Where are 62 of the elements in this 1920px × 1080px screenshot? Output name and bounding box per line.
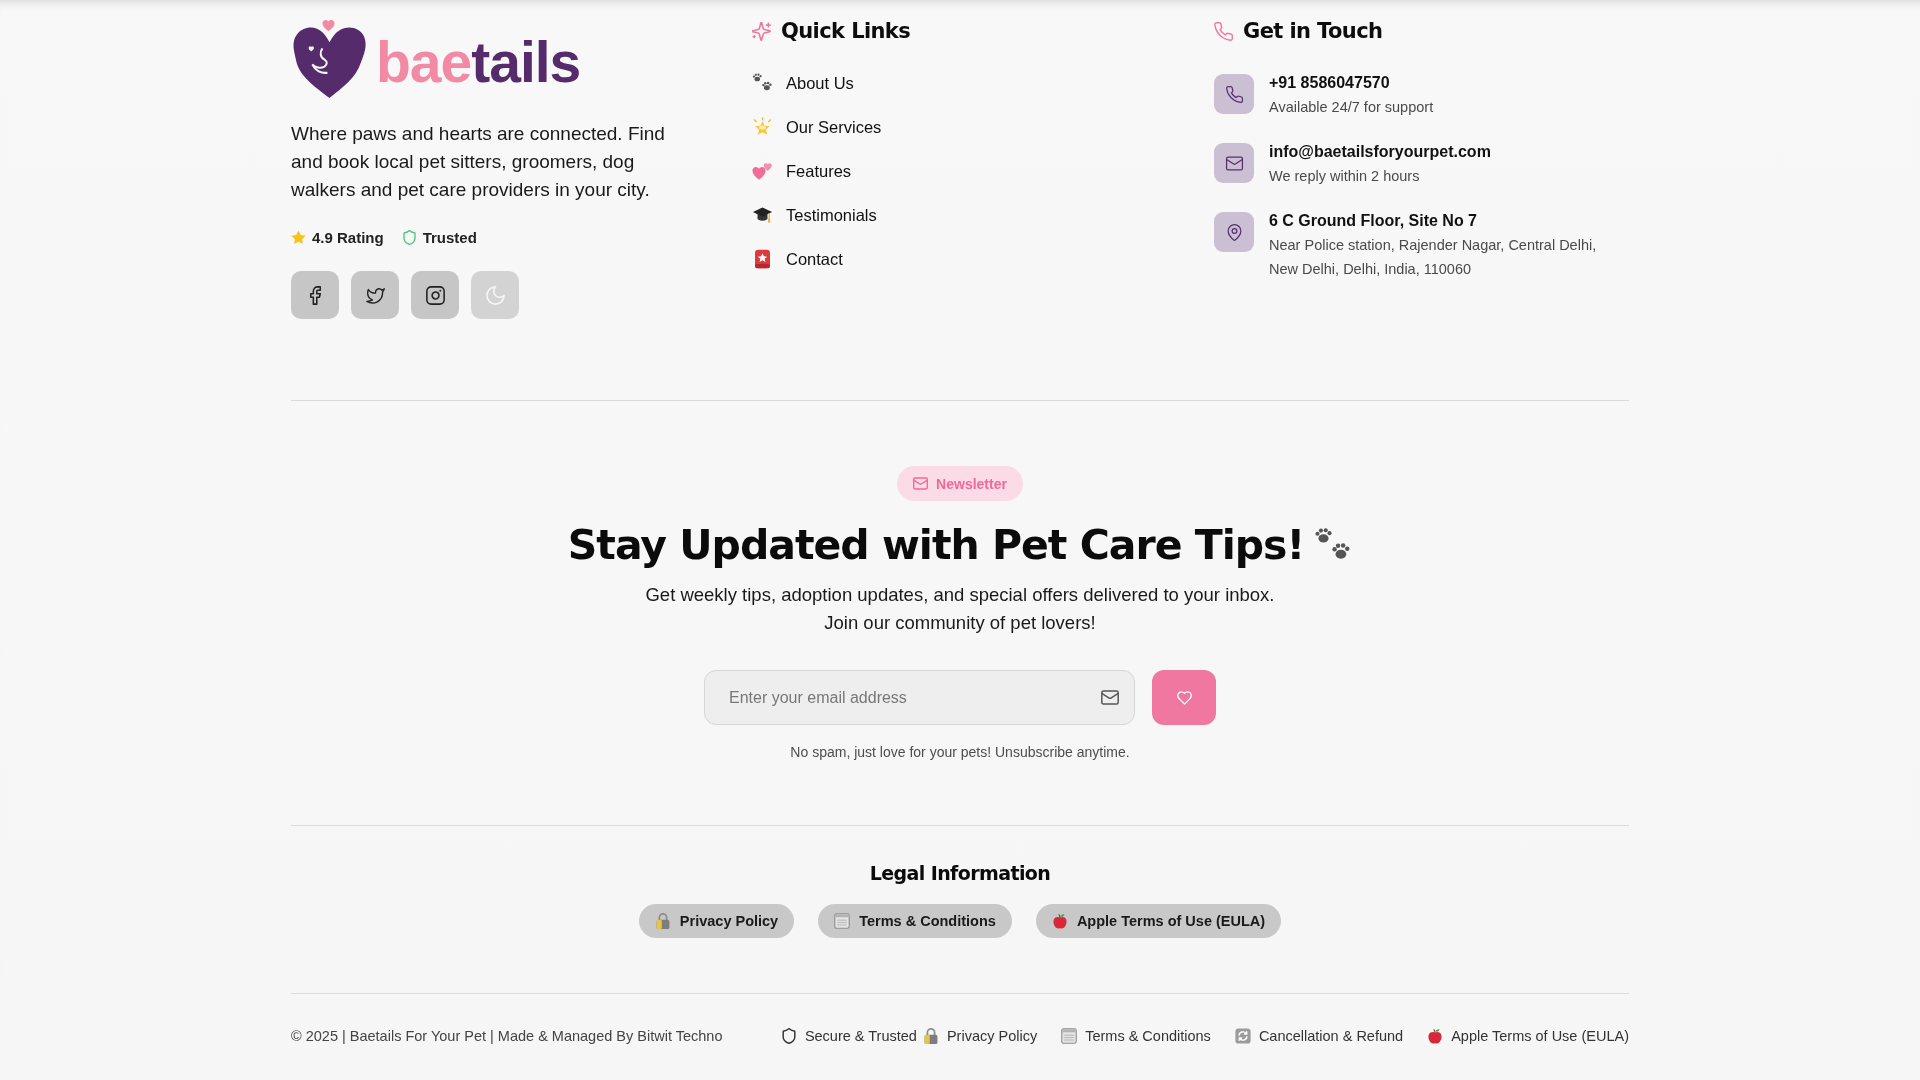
paw-prints-icon — [752, 73, 773, 93]
contact-detail: Available 24/7 for support — [1269, 98, 1434, 117]
mail-icon — [1101, 690, 1119, 705]
newsletter-heading: Stay Updated with Pet Care Tips! — [567, 520, 1305, 571]
secure-label: Secure & Trusted — [804, 1027, 917, 1046]
newsletter-label: Newsletter — [936, 475, 1007, 492]
apple-icon — [1051, 913, 1068, 929]
sparkles-icon — [752, 21, 771, 41]
social-button[interactable] — [411, 271, 459, 319]
heart-icon — [1176, 690, 1192, 705]
contact-detail: We reply within 2 hours — [1269, 167, 1420, 186]
email-input[interactable]: Enter your email address — [704, 670, 1135, 725]
quick-link[interactable]: Testimonials — [752, 203, 877, 227]
heart-logo-icon — [291, 17, 368, 99]
section-title: Quick Links — [781, 19, 911, 43]
contact-detail: Near Police station, Rajender Nagar, Central Delhi, New Delhi, Delhi, India, 110060 — [1269, 236, 1598, 279]
legal-link[interactable]: Privacy Policy — [638, 904, 795, 938]
mail-icon — [913, 477, 929, 490]
shield-icon — [780, 1028, 797, 1044]
copyright-text: © 2025 | Baetails For Your Pet | Made & Managed By Bitwit Techno — [291, 1027, 723, 1046]
notepad-icon — [834, 913, 851, 929]
newsletter-description: Get weekly tips, adoption updates, and special offers delivered to your inbox. Join our community of pet lovers! — [644, 583, 1276, 635]
legal-heading: Legal Information — [869, 861, 1051, 886]
quick-link[interactable]: About Us — [752, 71, 854, 95]
phone-link[interactable]: +91 8586047570 — [1269, 73, 1390, 93]
badge-label: 4.9 Rating — [312, 228, 384, 246]
quick-link[interactable]: Features — [752, 159, 852, 183]
graduation-cap-icon — [752, 205, 773, 225]
two-hearts-icon — [752, 161, 773, 181]
padlock-icon — [654, 913, 671, 929]
social-button[interactable] — [351, 271, 399, 319]
email-link[interactable]: info@baetailsforyourpet.com — [1269, 142, 1491, 162]
section-title: Get in Touch — [1243, 19, 1383, 43]
camera-icon — [425, 285, 445, 305]
notepad-icon — [1061, 1028, 1078, 1044]
refresh-icon — [1234, 1028, 1251, 1044]
apple-icon — [1427, 1028, 1444, 1044]
bird-icon — [365, 285, 385, 305]
social-button[interactable] — [291, 271, 339, 319]
glowing-star-icon — [752, 117, 773, 137]
moon-icon — [485, 285, 505, 305]
quick-link[interactable]: Contact — [752, 247, 843, 271]
legal-link[interactable]: Terms & Conditions — [818, 904, 1012, 938]
phone-icon — [1214, 21, 1233, 41]
mail-icon — [1214, 143, 1254, 183]
address-title: 6 C Ground Floor, Site No 7 — [1269, 211, 1477, 231]
star-icon — [291, 229, 306, 245]
footer-link[interactable]: Privacy Policy — [922, 1026, 1038, 1046]
star-tile-icon — [752, 249, 773, 269]
shield-icon — [401, 229, 417, 245]
padlock-icon — [922, 1028, 939, 1044]
footer-link[interactable]: Cancellation & Refund — [1234, 1026, 1404, 1046]
phone-icon — [1214, 74, 1254, 114]
footer-link[interactable]: Terms & Conditions — [1061, 1026, 1211, 1046]
quick-link[interactable]: Our Services — [752, 115, 882, 139]
legal-link[interactable]: Apple Terms of Use (EULA) — [1035, 904, 1282, 938]
footer-link[interactable]: Apple Terms of Use (EULA) — [1427, 1026, 1629, 1046]
newsletter-note: No spam, just love for your pets! Unsubscribe anytime. — [790, 743, 1130, 762]
logo-wordmark: baetails — [376, 33, 581, 91]
brand-description: Where paws and hearts are connected. Find and book local pet sitters, groomers, dog walkers and pet care providers in your city. — [291, 122, 666, 202]
map-pin-icon — [1214, 212, 1254, 252]
badge-label: Trusted — [422, 228, 477, 246]
